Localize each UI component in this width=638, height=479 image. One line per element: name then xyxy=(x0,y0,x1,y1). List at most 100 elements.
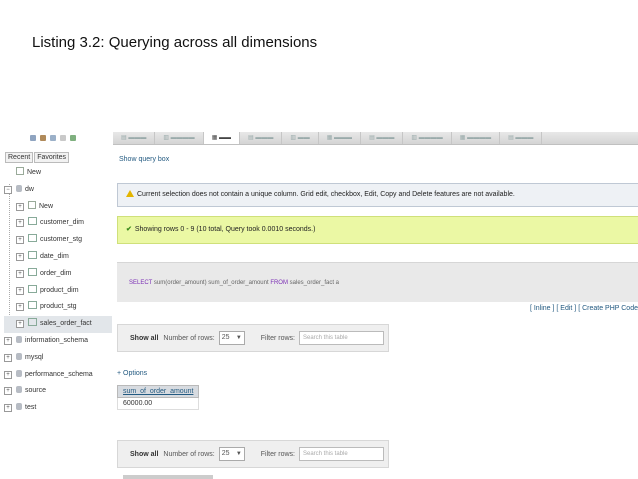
tree-item[interactable]: + test xyxy=(4,400,112,417)
tree-item-label: dw xyxy=(25,185,34,193)
tree-item[interactable]: + customer_dim xyxy=(4,215,112,232)
expand-toggle-icon[interactable]: + xyxy=(16,202,24,211)
filter-input[interactable]: Search this table xyxy=(299,447,384,461)
expand-toggle-icon[interactable]: + xyxy=(4,353,12,362)
database-icon xyxy=(16,335,22,343)
docs-icon[interactable] xyxy=(50,135,56,141)
expand-toggle-icon[interactable]: + xyxy=(4,404,12,413)
tree-item-label: New xyxy=(39,202,54,210)
expand-toggle-icon[interactable]: + xyxy=(16,236,24,245)
sql-from-expression: sales_order_fact a xyxy=(289,280,340,286)
rows-label: Number of rows: xyxy=(163,450,215,458)
tree-item-label: customer_dim xyxy=(40,219,84,227)
rows-select[interactable]: 25 ▼ xyxy=(218,447,245,461)
rows-value: 25 xyxy=(221,334,230,341)
tree-item[interactable]: + performance_schema xyxy=(4,367,112,384)
logout-icon[interactable] xyxy=(40,135,46,141)
result-table: sum_of_order_amount 60000.00 xyxy=(116,385,200,410)
table-icon xyxy=(28,217,37,226)
tree-item[interactable]: + New xyxy=(4,199,112,216)
tree-item[interactable]: + product_stg xyxy=(4,299,112,316)
tree-item[interactable]: + product_dim xyxy=(4,283,112,300)
rows-select[interactable]: 25 ▼ xyxy=(218,331,245,345)
settings-icon[interactable] xyxy=(60,135,66,141)
database-tree: +New−dw+New+customer_dim+customer_stg+da… xyxy=(4,165,112,417)
sql-select-keyword: SELECT xyxy=(129,280,153,286)
tab-insert[interactable]: ▥ ▬▬ xyxy=(282,132,319,144)
table-icon xyxy=(28,250,37,259)
expand-toggle-icon[interactable]: + xyxy=(16,286,24,295)
query-action-links[interactable]: [ Inline ] [ Edit ] [ Create PHP Code xyxy=(530,305,638,312)
slide-title: Listing 3.2: Querying across all dimensi… xyxy=(32,34,318,51)
show-query-box-link[interactable]: Show query box xyxy=(119,156,169,163)
table-icon xyxy=(28,301,37,310)
tree-item[interactable]: +New xyxy=(4,165,112,182)
tab-search[interactable]: ▤ ▬▬▬ xyxy=(240,132,283,144)
tab-structure[interactable]: ▥ ▬▬▬▬ xyxy=(155,132,204,144)
table-icon xyxy=(28,234,37,243)
tree-item[interactable]: − dw xyxy=(4,182,112,199)
tree-item-label: customer_stg xyxy=(40,236,83,244)
sql-query-display: SELECT sum(order_amount) sum_of_order_am… xyxy=(117,262,638,302)
sql-select-expression: sum(order_amount) sum_of_order_amount xyxy=(153,280,269,286)
options-link[interactable]: + Options xyxy=(117,370,147,377)
tree-item-label: performance_schema xyxy=(25,370,93,378)
database-icon xyxy=(16,403,22,411)
warning-icon xyxy=(126,190,134,197)
expand-toggle-icon[interactable]: + xyxy=(4,336,12,345)
expand-toggle-icon[interactable]: + xyxy=(4,387,12,396)
filter-label: Filter rows: xyxy=(260,334,295,342)
nav-tab-favorites[interactable]: Favorites xyxy=(34,152,69,163)
dropdown-arrow-icon: ▼ xyxy=(235,335,242,341)
tree-item[interactable]: + customer_stg xyxy=(4,232,112,249)
result-cell: 60000.00 xyxy=(116,397,200,410)
tree-item-label: test xyxy=(25,404,37,412)
main-panel: ▤ ▬▬▬ ▥ ▬▬▬▬ ▦ ▬▬ ▤ ▬▬▬ ▥ ▬▬ ▦ ▬▬▬ ▤ ▬▬▬… xyxy=(113,132,638,479)
tree-item[interactable]: + order_dim xyxy=(4,266,112,283)
rows-value: 25 xyxy=(221,450,230,457)
expand-toggle-icon[interactable]: + xyxy=(16,303,24,312)
database-icon xyxy=(16,369,22,377)
tab-triggers[interactable]: ▤ ▬▬▬ xyxy=(500,132,543,144)
filter-input[interactable]: Search this table xyxy=(299,331,384,345)
expand-toggle-icon[interactable]: + xyxy=(16,269,24,278)
tab-sql[interactable]: ▦ ▬▬ xyxy=(203,132,241,144)
new-icon xyxy=(16,167,24,175)
tree-item[interactable]: + sales_order_fact xyxy=(4,316,112,333)
navigation-controls-top: Show all Number of rows: 25 ▼ Filter rows… xyxy=(117,324,389,352)
expand-toggle-icon[interactable]: + xyxy=(16,320,24,329)
query-results-operations-bar xyxy=(123,475,213,479)
tab-import[interactable]: ▤ ▬▬▬ xyxy=(361,132,404,144)
tree-item-label: mysql xyxy=(25,353,44,361)
reload-icon[interactable] xyxy=(70,135,76,141)
success-message: ✔ Showing rows 0 - 9 (10 total, Query too… xyxy=(117,216,638,244)
result-column-header[interactable]: sum_of_order_amount xyxy=(116,385,200,398)
expand-toggle-icon[interactable]: + xyxy=(4,370,12,379)
nav-toolbar-icons xyxy=(30,135,76,141)
tree-item[interactable]: + source xyxy=(4,383,112,400)
expand-toggle-icon[interactable]: + xyxy=(16,219,24,228)
show-all-button[interactable]: Show all xyxy=(130,335,158,342)
rows-label: Number of rows: xyxy=(163,334,215,342)
tree-item-label: product_stg xyxy=(40,303,77,311)
nav-tab-recent[interactable]: Recent xyxy=(5,152,34,163)
tree-item[interactable]: + information_schema xyxy=(4,333,112,350)
table-icon xyxy=(28,267,37,276)
tree-item[interactable]: + date_dim xyxy=(4,249,112,266)
expand-toggle-icon[interactable]: − xyxy=(4,185,12,194)
phpmyadmin-screenshot: Recent Favorites + New − dw + New + customer_di… xyxy=(0,132,638,479)
tree-item-label: product_dim xyxy=(40,286,79,294)
tab-browse[interactable]: ▤ ▬▬▬ xyxy=(113,132,156,144)
show-all-button[interactable]: Show all xyxy=(130,451,158,458)
database-icon xyxy=(16,184,22,192)
expand-toggle-icon[interactable]: + xyxy=(16,252,24,261)
home-icon[interactable] xyxy=(30,135,36,141)
table-icon xyxy=(28,318,37,327)
tree-item[interactable]: + mysql xyxy=(4,350,112,367)
sql-from-keyword: FROM xyxy=(270,280,288,286)
tab-privileges[interactable]: ▥ ▬▬▬▬ xyxy=(403,132,452,144)
tab-export[interactable]: ▦ ▬▬▬ xyxy=(319,132,362,144)
filter-label: Filter rows: xyxy=(260,450,295,458)
tab-operations[interactable]: ▦ ▬▬▬▬ xyxy=(452,132,501,144)
tree-item-label: sales_order_fact xyxy=(40,320,92,328)
